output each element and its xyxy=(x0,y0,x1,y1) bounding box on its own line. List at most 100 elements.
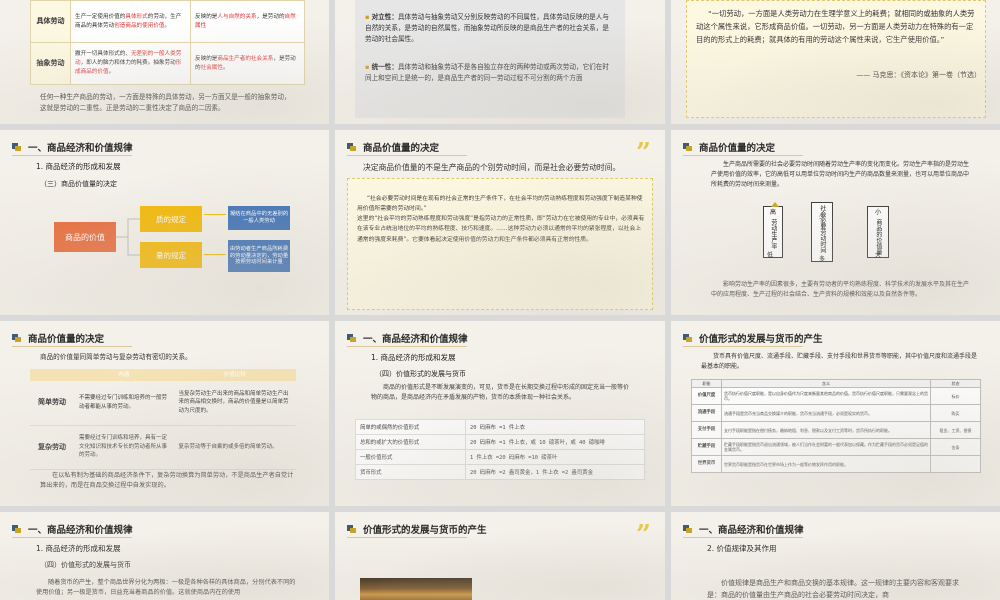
quality-box: 质的规定 xyxy=(140,206,202,232)
section-icon xyxy=(683,143,693,151)
subheading: （四）价值形式的发展与货币 xyxy=(40,561,131,569)
slide-header: 一、商品经济和价值规律 xyxy=(12,522,133,536)
table-cell: 生产一定使用价值的具体形式的劳动，生产商品的具体劳动创造商品的使用价值。 xyxy=(70,0,191,43)
table-cell: 反映的是商品生产者的社会关系，是劳动的社会属性。 xyxy=(190,42,305,85)
table-row: 世界货币 世界货币职能是指货币在世界市场上作为一般等价物发挥作用的职能。 xyxy=(691,455,981,474)
table-cell: 简单的或偶然的价值形式 xyxy=(355,419,466,435)
arrow-icon xyxy=(204,214,226,215)
slide-7-footer-text: 在以私有制为基础的商品经济条件下，复杂劳动换算为简单劳动，不是商品生产者自觉计算… xyxy=(40,472,294,490)
labor-time-high-label: 少 xyxy=(819,214,826,221)
section-icon xyxy=(347,334,357,342)
section-icon xyxy=(347,143,357,151)
table-cell: 20 码麻布 =2 盎司黄金，1 件上衣 =2 盎司黄金 xyxy=(465,464,645,480)
table-row: 贮藏手段 贮藏手段职能是指货币退出流通领域，被人们当作社会财富的一般代表加以保藏。… xyxy=(691,438,981,457)
lead-text: 决定商品价值量的不是生产商品的个别劳动时间，而是社会必要劳动时间。 xyxy=(363,163,621,172)
table-label-cell: 抽象劳动 xyxy=(30,42,71,85)
section-icon xyxy=(347,525,357,533)
table-header-cell: 含义 xyxy=(721,378,931,389)
up-arrow-icon xyxy=(771,202,779,207)
slide-12-thumbnail[interactable]: 一、商品经济和价值规律 2. 价值规律及其作用 价值规律是商品生产和商品交换的基… xyxy=(671,512,1000,600)
table-cell: 价值尺度 xyxy=(691,387,722,406)
table-label-cell: 复杂劳动 xyxy=(30,425,74,470)
slide-10-thumbnail[interactable]: 一、商品经济和价值规律 1. 商品经济的形成和发展 （四）价值形式的发展与货币 … xyxy=(0,512,329,600)
subheading: （四）价值形式的发展与货币 xyxy=(375,370,466,378)
ancient-coins-image xyxy=(360,578,472,600)
quote-mark-icon: ” xyxy=(636,520,651,550)
slide-11-thumbnail[interactable]: 价值形式的发展与货币的产生 ” xyxy=(335,512,665,600)
table-row: 支付手段 支付手段职能是指在偿付债务，缴纳地租、利息、税款以及支付工资等时，货币所… xyxy=(691,421,981,440)
quantity-desc-box: 由劳动者生产商品所耗费的劳动量决定的，劳动量按照劳动时间来计量 xyxy=(228,240,290,272)
labor-compare-table: 内涵 价值比较 简单劳动 不需要经过专门训练和培养的一般劳动者都能从事的劳动。 … xyxy=(30,369,296,470)
header-divider xyxy=(683,346,803,347)
slide-header: 商品价值量的决定 xyxy=(12,331,104,345)
section-icon xyxy=(683,525,693,533)
slide-header: 一、商品经济和价值规律 xyxy=(683,522,804,536)
table-row: 一般价值形式 1 件上衣 =20 码麻布 =10 磅茶叶 xyxy=(355,449,645,465)
slide-header: 价值形式的发展与货币的产生 xyxy=(683,331,823,345)
subheading: 1. 商品经济的形成和发展 xyxy=(371,353,456,362)
table-cell: 租金、工资、偿债 xyxy=(930,421,981,440)
table-cell: 总和的或扩大的价值形式 xyxy=(355,434,466,450)
quote-source: —— 马克思：《资本论》第一卷（节选） xyxy=(856,71,981,79)
opposition-text: ▪ 对立性：具体劳动与抽象劳动又分别反映劳动的不同属性，具体劳动反映的是人与自然… xyxy=(365,13,609,43)
table-cell: 货币形式 xyxy=(355,464,466,480)
table-cell: 贮藏手段职能是指货币退出流通领域，被人们当作社会财富的一般代表加以保藏。作为贮藏… xyxy=(721,438,931,457)
slide-4-thumbnail[interactable]: 一、商品经济和价值规律 1. 商品经济的形成和发展 （三）商品价值量的决定 商品… xyxy=(0,130,329,315)
header-divider xyxy=(12,537,132,538)
quality-desc-box: 凝结在商品中的无差别的一般人类劳动 xyxy=(228,206,290,230)
productivity-low-label: 低 xyxy=(767,252,774,259)
value-quantity-low-label: 大 xyxy=(875,252,882,259)
table-cell: 金条 xyxy=(930,438,981,457)
definition-text: “社会必要劳动时间是在现有的社会正常的生产条件下，在社会平均的劳动熟练程度和劳动… xyxy=(357,196,645,243)
slide-header: 商品价值量的决定 xyxy=(347,140,439,154)
slide-8-thumbnail[interactable]: 一、商品经济和价值规律 1. 商品经济的形成和发展 （四）价值形式的发展与货币 … xyxy=(335,321,665,506)
table-cell: 不需要经过专门训练和培养的一般劳动者都能从事的劳动。 xyxy=(74,381,174,426)
table-cell: 20 码麻布 =1 件上衣 xyxy=(465,419,645,435)
slide-header: 价值形式的发展与货币的产生 xyxy=(347,522,487,536)
table-cell: 标价 xyxy=(930,387,981,406)
header-divider xyxy=(347,537,467,538)
table-cell: 1 件上衣 =20 码麻布 =10 磅茶叶 xyxy=(465,449,645,465)
slide-1-thumbnail[interactable]: 具体劳动 生产一定使用价值的具体形式的劳动，生产商品的具体劳动创造商品的使用价值… xyxy=(0,0,329,124)
table-cell: 撇开一切具体形式的、无差别的一般人类劳动，即人的脑力和体力的耗费。抽象劳动形成商… xyxy=(70,42,191,85)
table-cell: 一般价值形式 xyxy=(355,449,466,465)
table-cell: 流通手段 xyxy=(691,404,722,423)
productivity-text: 生产商品所需要的社会必要劳动时间随着劳动生产率的变化而变化。劳动生产率指的是劳动… xyxy=(711,161,970,188)
table-cell: 支付手段 xyxy=(691,421,722,440)
table-cell: 支付手段职能是指在偿付债务，缴纳地租、利息、税款以及支付工资等时，货币所执行的职… xyxy=(721,421,931,440)
table-header-cell: 内涵 xyxy=(74,369,174,381)
table-cell: 20 码麻布 =1 件上衣，或 10 磅茶叶，或 40 磅咖啡 xyxy=(465,434,645,450)
marx-quote: “一切劳动，一方面是人类劳动力在生理学意义上的耗费；就相同的或抽象的人类劳动这个… xyxy=(696,9,975,44)
table-header-cell: 价值比较 xyxy=(173,369,296,381)
table-header-cell: 职能 xyxy=(691,378,722,389)
section-icon xyxy=(12,334,22,342)
table-cell: 贮藏手段 xyxy=(691,438,722,457)
labor-table: 具体劳动 生产一定使用价值的具体形式的劳动，生产商品的具体劳动创造商品的使用价值… xyxy=(30,0,305,85)
section-icon xyxy=(12,525,22,533)
table-cell: 购买 xyxy=(930,404,981,423)
slide-header: 一、商品经济和价值规律 xyxy=(347,331,468,345)
table-cell xyxy=(930,455,981,474)
slide-7-thumbnail[interactable]: 商品价值量的决定 商品的价值量同简单劳动与复杂劳动有密切的关系。 内涵 价值比较… xyxy=(0,321,329,506)
slide-1-footer-text: 任何一种生产商品的劳动，一方面是特殊的具体劳动，另一方面又是一般的抽象劳动，这就… xyxy=(40,93,291,112)
unity-text: ▪ 统一性：具体劳动和抽象劳动不是各自独立存在的两种劳动或两次劳动，它们在时间上… xyxy=(365,63,609,82)
labor-time-low-label: 多 xyxy=(819,256,826,263)
quantity-box: 量的规定 xyxy=(140,242,202,268)
header-divider xyxy=(683,155,803,156)
value-form-table: 简单的或偶然的价值形式 20 码麻布 =1 件上衣 总和的或扩大的价值形式 20 码麻… xyxy=(355,419,645,480)
table-row: 总和的或扩大的价值形式 20 码麻布 =1 件上衣，或 10 磅茶叶，或 40 磅… xyxy=(355,434,645,450)
subheading: 1. 商品经济的形成和发展 xyxy=(36,544,121,553)
table-cell: 货币执行价值尺度职能，是以自身价值作为尺度来衡量其他商品的价值。货币执行价值尺度… xyxy=(721,387,931,406)
table-row: 价值尺度 货币执行价值尺度职能，是以自身价值作为尺度来衡量其他商品的价值。货币执行… xyxy=(691,387,981,406)
money-functions-table: 职能 含义 状态 价值尺度 货币执行价值尺度职能，是以自身价值作为尺度来衡量其他商品的价… xyxy=(691,378,981,474)
table-row: 简单的或偶然的价值形式 20 码麻布 =1 件上衣 xyxy=(355,419,645,435)
table-row: 流通手段 流通手段是货币充当商品交换媒介的职能，货币充当流通手段，必须是现实的货币… xyxy=(691,404,981,423)
section-icon xyxy=(683,334,693,342)
slide-9-thumbnail[interactable]: 价值形式的发展与货币的产生 货币具有价值尺度、流通手段、贮藏手段、支付手段和世界… xyxy=(671,321,1000,506)
slide-5-thumbnail[interactable]: 商品价值量的决定 ” 决定商品价值量的不是生产商品的个别劳动时间，而是社会必要劳… xyxy=(335,130,665,315)
slide-3-thumbnail[interactable]: “一切劳动，一方面是人类劳动力在生理学意义上的耗费；就相同的或抽象的人类劳动这个… xyxy=(671,0,1000,124)
slide-6-thumbnail[interactable]: 商品价值量的决定 生产商品所需要的社会必要劳动时间随着劳动生产率的变化而变化。劳… xyxy=(671,130,1000,315)
value-form-text: 商品的价值形式是不断发展演变的，可见，货币是在长期交换过程中形成的固定充当一般等… xyxy=(371,384,630,401)
slide-2-thumbnail[interactable]: ▪ 对立性：具体劳动与抽象劳动又分别反映劳动的不同属性，具体劳动反映的是人与自然… xyxy=(335,0,665,124)
table-cell: 当复杂劳动生产出来的商品和简单劳动生产出来的商品相交换时，商品的价值量是以简单劳… xyxy=(173,381,296,426)
